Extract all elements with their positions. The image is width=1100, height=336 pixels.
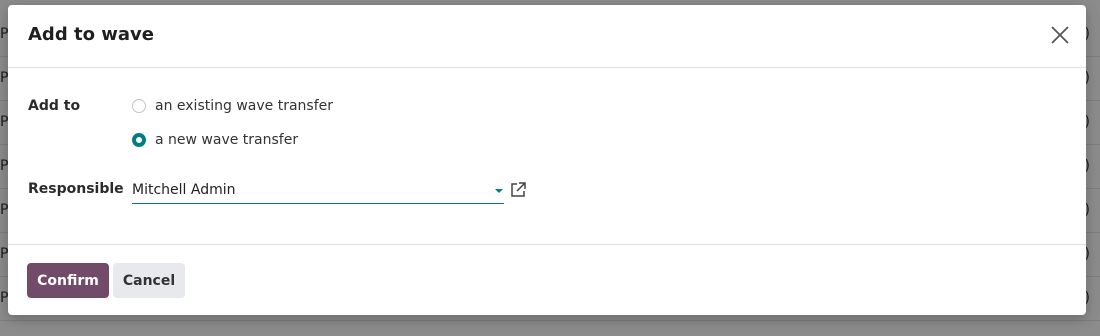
- internal-link-button[interactable]: [509, 181, 527, 199]
- add-to-label: Add to: [28, 98, 81, 114]
- add-to-wave-dialog: Add to wave Add to an existing wave tran…: [8, 5, 1086, 315]
- dialog-title: Add to wave: [28, 24, 154, 45]
- dialog-header: Add to wave: [8, 5, 1086, 68]
- radio-label[interactable]: a new wave transfer: [155, 132, 298, 148]
- responsible-input[interactable]: [132, 179, 482, 201]
- dropdown-caret-icon[interactable]: [494, 187, 504, 195]
- radio-label[interactable]: an existing wave transfer: [155, 98, 333, 114]
- close-icon: [1051, 26, 1069, 44]
- radio-button-checked[interactable]: [132, 133, 146, 147]
- external-link-icon: [511, 182, 526, 197]
- responsible-label: Responsible: [28, 181, 124, 197]
- confirm-button[interactable]: Confirm: [27, 263, 109, 298]
- cancel-button[interactable]: Cancel: [113, 263, 185, 298]
- responsible-field[interactable]: [132, 179, 504, 204]
- radio-button[interactable]: [132, 99, 146, 113]
- close-button[interactable]: [1048, 23, 1072, 47]
- dialog-footer: Confirm Cancel: [8, 244, 1086, 316]
- radio-existing-wave[interactable]: an existing wave transfer: [132, 96, 333, 116]
- radio-new-wave[interactable]: a new wave transfer: [132, 130, 298, 150]
